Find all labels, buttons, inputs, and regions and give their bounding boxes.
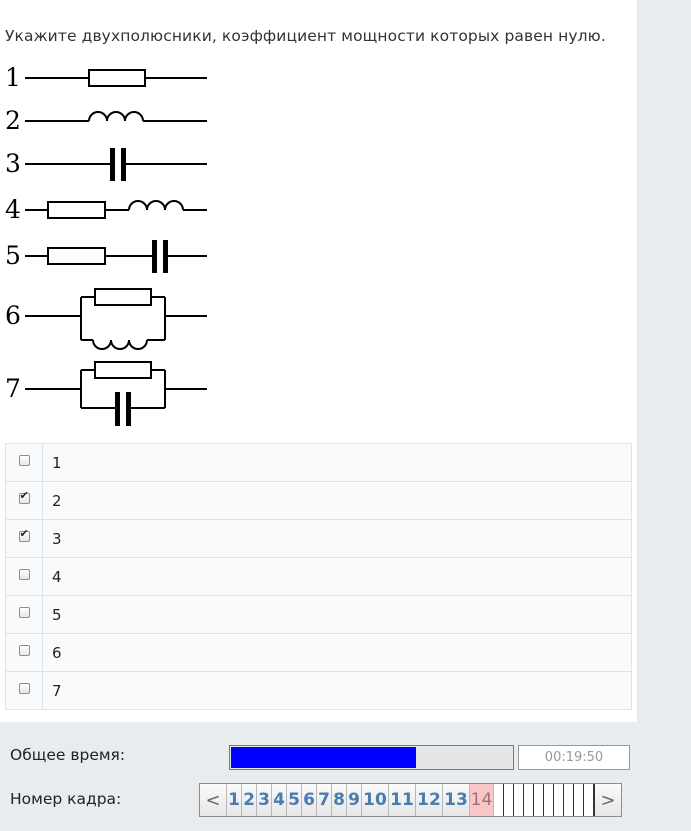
diagram-label-4: 4 [5,195,21,224]
prev-frame-button[interactable]: < [200,784,227,816]
frame-button-1[interactable]: 1 [227,784,242,816]
time-value: 00:19:50 [518,745,630,770]
frame-button-3[interactable]: 3 [257,784,272,816]
check-mark-icon: ✔ [19,489,29,502]
frame-empty-slot[interactable] [504,784,514,816]
checkbox[interactable] [18,569,30,580]
frame-button-8[interactable]: 8 [332,784,347,816]
frame-button-9[interactable]: 9 [347,784,362,816]
total-time-label: Общее время: [10,746,126,764]
answer-list: 1 ✔ 2 ✔ 3 4 5 6 7 [5,443,632,710]
frame-button-10[interactable]: 10 [362,784,389,816]
frame-number-label: Номер кадра: [10,790,122,808]
checkbox[interactable] [18,455,30,466]
diagram-label-5: 5 [5,241,21,270]
time-progress-bar [229,745,514,770]
frame-empty-slot[interactable] [564,784,574,816]
answer-label: 4 [52,567,62,586]
checkbox[interactable]: ✔ [18,489,30,504]
frame-button-13[interactable]: 13 [443,784,470,816]
answer-label: 2 [52,491,62,510]
checkbox[interactable]: ✔ [18,527,30,542]
frame-empty-slot[interactable] [534,784,544,816]
answer-option-3[interactable]: ✔ 3 [6,520,631,558]
answer-option-7[interactable]: 7 [6,672,631,710]
answer-option-5[interactable]: 5 [6,596,631,634]
check-mark-icon: ✔ [19,527,29,540]
question-panel: Укажите двухполюсники, коэффициент мощно… [0,0,637,722]
diagram-label-7: 7 [5,374,21,403]
frame-empty-slots [494,784,594,816]
answer-option-4[interactable]: 4 [6,558,631,596]
frame-button-14[interactable]: 14 [470,784,494,816]
checkbox[interactable] [18,683,30,694]
frame-empty-slot[interactable] [494,784,504,816]
diagram-label-1: 1 [5,63,21,92]
answer-label: 1 [52,453,62,472]
checkbox[interactable] [18,645,30,656]
frame-empty-slot[interactable] [554,784,564,816]
frame-empty-slot[interactable] [514,784,524,816]
frame-button-2[interactable]: 2 [242,784,257,816]
diagram-label-3: 3 [5,149,21,178]
answer-label: 5 [52,605,62,624]
next-frame-button[interactable]: > [594,784,621,816]
frame-empty-slot[interactable] [544,784,554,816]
frame-empty-slot[interactable] [584,784,594,816]
time-progress-fill [231,747,416,768]
frame-button-7[interactable]: 7 [317,784,332,816]
frame-empty-slot[interactable] [574,784,584,816]
frame-button-5[interactable]: 5 [287,784,302,816]
answer-option-6[interactable]: 6 [6,634,631,672]
answer-label: 7 [52,681,62,700]
answer-option-2[interactable]: ✔ 2 [6,482,631,520]
frame-button-4[interactable]: 4 [272,784,287,816]
answer-label: 3 [52,529,62,548]
frame-button-6[interactable]: 6 [302,784,317,816]
frame-pager: < 1 2 3 4 5 6 7 8 9 10 11 12 13 14 > [199,783,622,817]
frame-button-12[interactable]: 12 [416,784,443,816]
checkbox[interactable] [18,607,30,618]
answer-option-1[interactable]: 1 [6,444,631,482]
diagram-label-2: 2 [5,106,21,135]
circuit-diagram: 1 2 3 4 5 6 7 [5,63,207,426]
frame-button-11[interactable]: 11 [389,784,416,816]
answer-label: 6 [52,643,62,662]
question-text: Укажите двухполюсники, коэффициент мощно… [5,27,606,45]
diagram-label-6: 6 [5,301,21,330]
frame-empty-slot[interactable] [524,784,534,816]
frame-number-list: 1 2 3 4 5 6 7 8 9 10 11 12 13 14 [227,784,494,816]
